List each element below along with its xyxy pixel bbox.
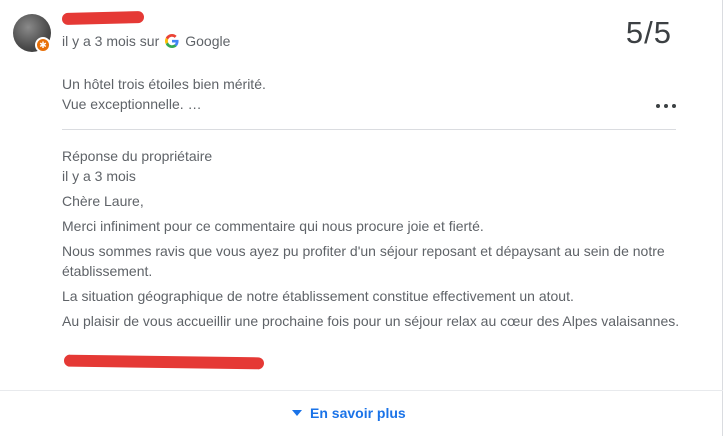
- owner-reply-paragraph: Au plaisir de vous accueillir une procha…: [62, 313, 680, 329]
- owner-reply-paragraph: Nous sommes ravis que vous ayez pu profi…: [62, 243, 665, 279]
- owner-reply: Réponse du propriétaire il y a 3 mois Ch…: [62, 146, 682, 331]
- owner-reply-paragraph: La situation géographique de notre établ…: [62, 288, 574, 304]
- review-text: Un hôtel trois étoiles bien mérité. Vue …: [62, 74, 266, 114]
- owner-reply-greeting: Chère Laure,: [62, 193, 144, 209]
- review-time: il y a 3 mois sur: [62, 33, 160, 49]
- caret-down-icon: [292, 410, 302, 416]
- author-name-redaction: [61, 10, 145, 26]
- review-meta: il y a 3 mois sur Google: [62, 33, 230, 49]
- review-source: Google: [185, 33, 231, 49]
- footer-divider: [0, 390, 723, 391]
- owner-reply-title: Réponse du propriétaire: [62, 148, 213, 164]
- review-line[interactable]: Vue exceptionnelle. …: [62, 94, 266, 114]
- owner-reply-time: il y a 3 mois: [62, 168, 136, 184]
- review-line: Un hôtel trois étoiles bien mérité.: [62, 76, 266, 92]
- owner-reply-paragraph: Merci infiniment pour ce commentaire qui…: [62, 218, 484, 234]
- signature-redaction: [63, 354, 265, 370]
- see-more-button[interactable]: En savoir plus: [292, 405, 406, 421]
- google-g-icon: [165, 34, 179, 48]
- review-card: ✱ il y a 3 mois sur Google 5/5 Un hôtel …: [0, 0, 723, 436]
- divider: [62, 129, 676, 130]
- review-rating: 5/5: [625, 15, 672, 50]
- more-horiz-icon[interactable]: [656, 96, 676, 116]
- local-guide-badge-icon: ✱: [35, 37, 51, 53]
- see-more-label: En savoir plus: [310, 405, 406, 421]
